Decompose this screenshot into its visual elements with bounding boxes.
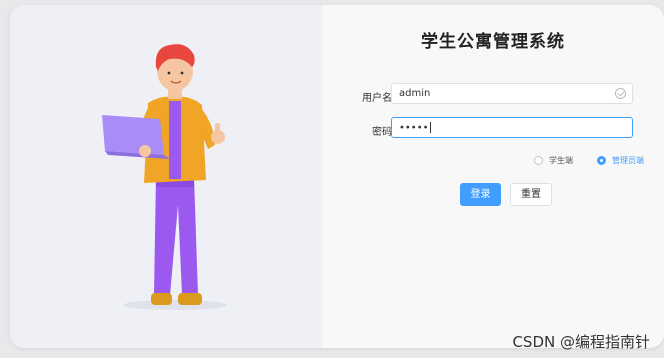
login-button[interactable]: 登录 bbox=[460, 183, 501, 206]
password-field[interactable]: ••••• bbox=[391, 117, 633, 138]
username-value: admin bbox=[399, 88, 431, 99]
person-with-laptop-illustration bbox=[102, 44, 227, 310]
login-form-panel: 学生公寓管理系统 用户名 admin 密码 ••••• 学生端 管理员端 登录 … bbox=[322, 5, 664, 348]
text-cursor bbox=[429, 122, 431, 133]
password-label: 密码 bbox=[372, 127, 392, 138]
radio-student-label: 学生端 bbox=[549, 156, 573, 165]
illustration-panel bbox=[10, 5, 322, 348]
radio-circle-selected bbox=[597, 156, 606, 165]
watermark: CSDN @编程指南针 bbox=[512, 333, 650, 351]
username-label: 用户名 bbox=[362, 93, 392, 104]
reset-button[interactable]: 重置 bbox=[510, 183, 552, 206]
radio-admin-label: 管理员端 bbox=[612, 156, 644, 165]
login-card: 学生公寓管理系统 用户名 admin 密码 ••••• 学生端 管理员端 登录 … bbox=[10, 5, 664, 348]
radio-circle bbox=[534, 156, 543, 165]
page-title: 学生公寓管理系统 bbox=[421, 32, 565, 52]
password-value: ••••• bbox=[399, 122, 429, 134]
username-field[interactable]: admin bbox=[391, 83, 633, 104]
check-circle-icon bbox=[615, 88, 626, 99]
